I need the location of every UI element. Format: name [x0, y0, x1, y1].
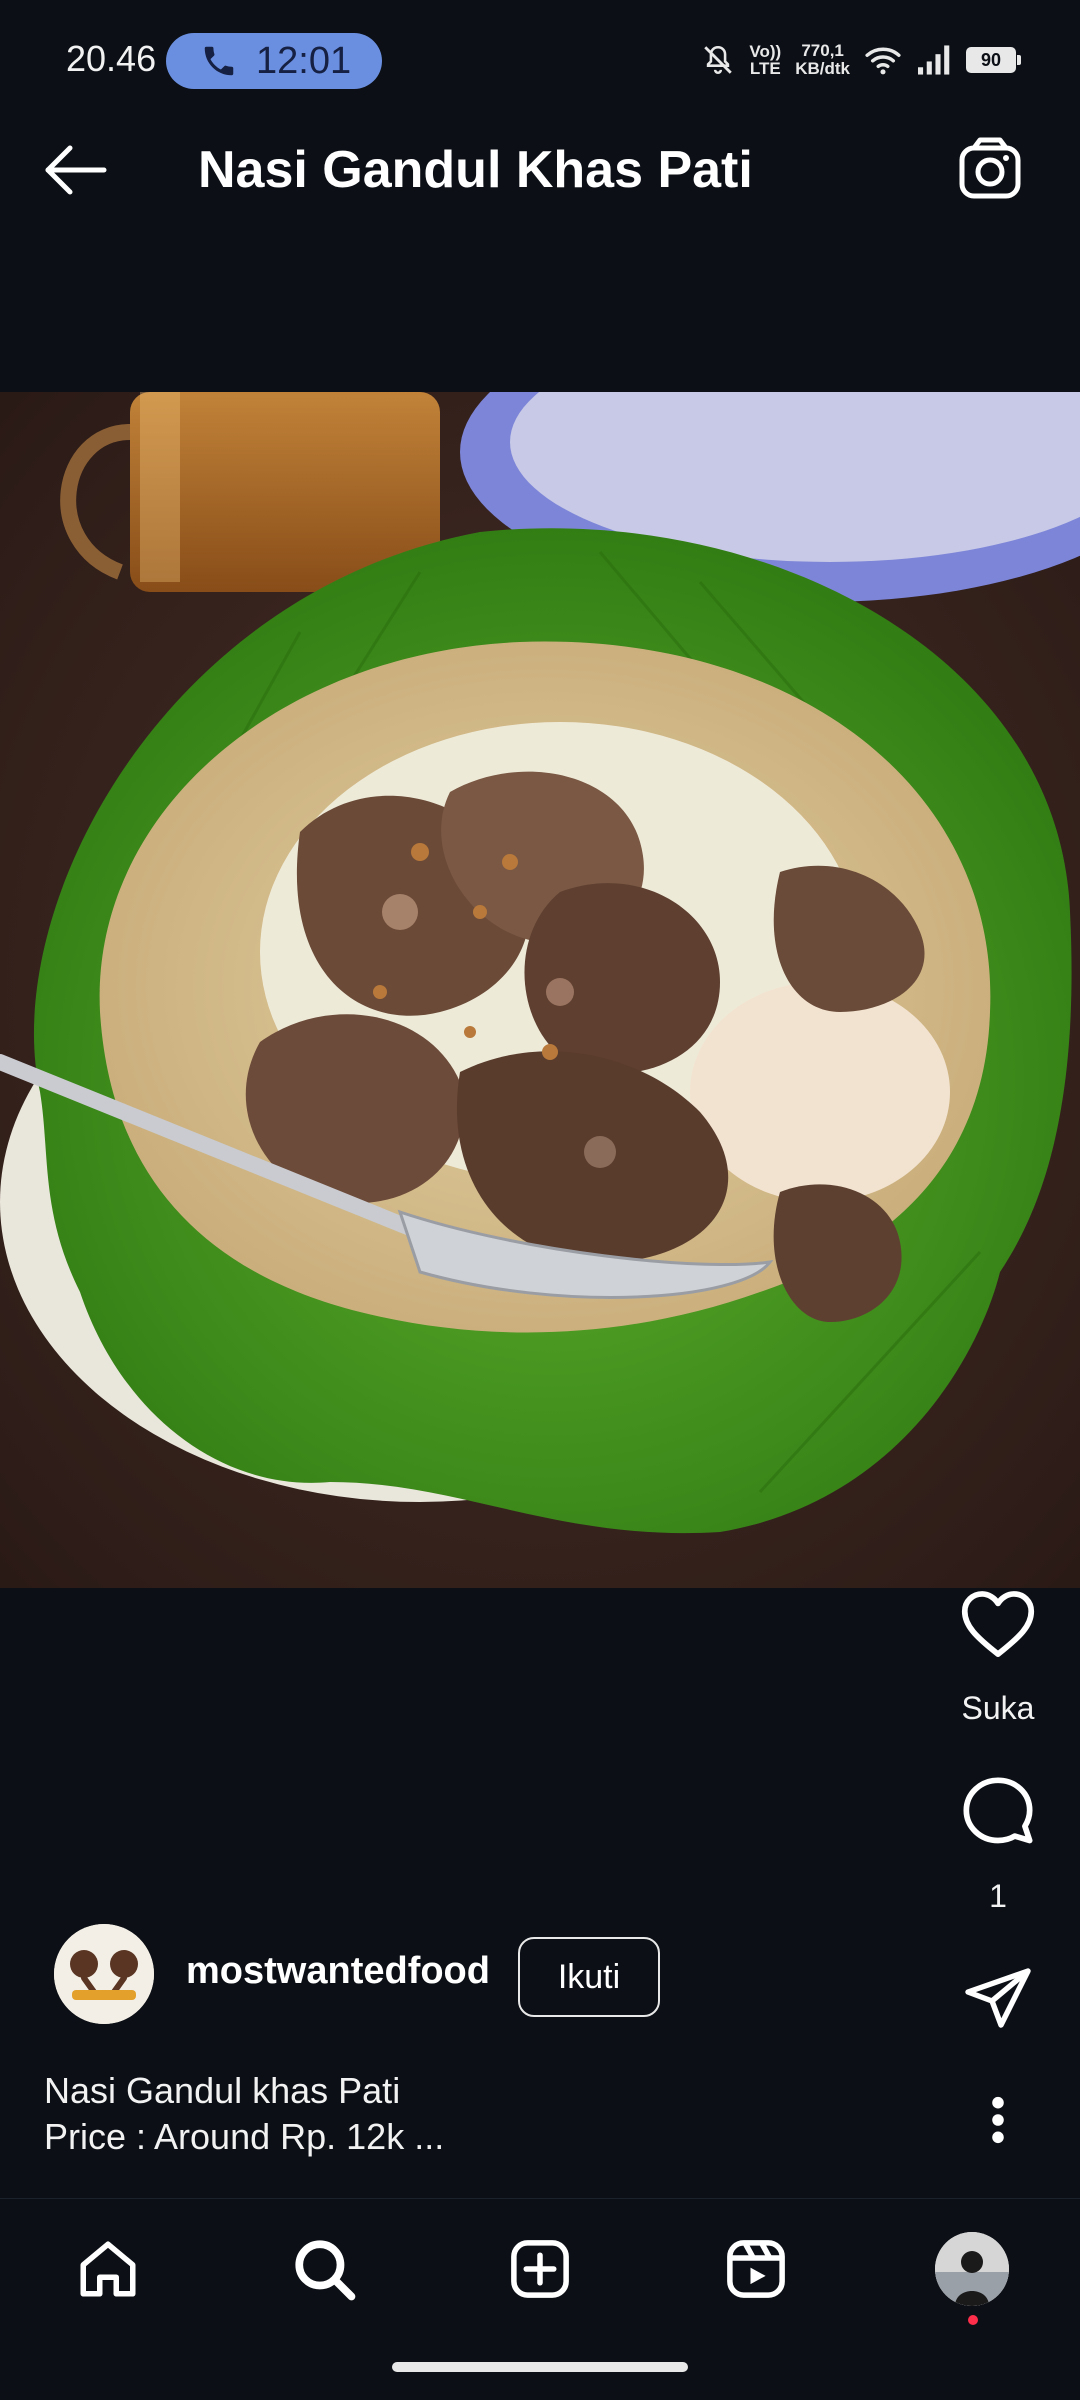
- wifi-icon: [865, 47, 901, 75]
- profile-photo: [935, 2232, 1009, 2306]
- network-lte-label: LTE: [749, 59, 781, 78]
- caption-line-1: Nasi Gandul khas Pati: [44, 2070, 401, 2111]
- comment-button[interactable]: [950, 1764, 1046, 1860]
- speed-unit: KB/dtk: [795, 59, 850, 78]
- follow-button[interactable]: Ikuti: [518, 1937, 660, 2017]
- search-icon: [295, 2240, 356, 2301]
- home-indicator[interactable]: [392, 2362, 688, 2372]
- create-icon: [511, 2240, 569, 2298]
- nav-profile[interactable]: [932, 2229, 1012, 2309]
- like-label: Suka: [961, 1690, 1035, 1726]
- post-photo[interactable]: [0, 392, 1080, 1588]
- phone-icon: [204, 46, 234, 76]
- share-button[interactable]: [950, 1950, 1046, 2046]
- app-header: Nasi Gandul Khas Pati: [0, 96, 1080, 246]
- network-type: Vo)) LTE: [749, 43, 781, 77]
- mute-bell-icon: [704, 45, 733, 74]
- speed-value: 770,1: [801, 41, 844, 60]
- like-button[interactable]: [950, 1576, 1046, 1672]
- battery-icon: 90: [966, 47, 1021, 73]
- author-logo: [54, 1924, 154, 2024]
- comment-count: 1: [989, 1878, 1007, 1914]
- share-icon: [965, 1968, 1031, 2028]
- nav-home[interactable]: [68, 2229, 148, 2309]
- more-options-button[interactable]: [950, 2072, 1046, 2168]
- heart-icon: [961, 1591, 1035, 1657]
- post-caption[interactable]: Nasi Gandul khas Pati Price : Around Rp.…: [44, 2068, 444, 2160]
- camera-icon[interactable]: [956, 136, 1024, 204]
- arrow-left-icon[interactable]: [40, 138, 112, 202]
- author-avatar[interactable]: [54, 1924, 154, 2024]
- home-icon: [80, 2241, 136, 2297]
- status-time: 20.46: [66, 38, 157, 79]
- profile-notification-dot: [968, 2315, 978, 2325]
- network-volte-label: Vo)): [749, 42, 782, 61]
- nav-create[interactable]: [500, 2229, 580, 2309]
- call-timer: 12:01: [256, 39, 352, 82]
- reels-icon: [727, 2240, 785, 2298]
- page-title: Nasi Gandul Khas Pati: [198, 141, 753, 199]
- network-speed: 770,1 KB/dtk: [795, 42, 850, 78]
- signal-icon: [918, 45, 950, 75]
- nav-reels[interactable]: [716, 2229, 796, 2309]
- status-bar: 20.46 12:01 Vo)) LTE 770,1 KB/dtk 90: [0, 0, 1080, 96]
- comment-icon: [963, 1777, 1033, 1844]
- caption-line-2: Price : Around Rp. 12k ...: [44, 2116, 445, 2157]
- ongoing-call-pill[interactable]: 12:01: [166, 33, 382, 89]
- food-photo-illustration: [0, 392, 1080, 1588]
- nav-search[interactable]: [284, 2229, 364, 2309]
- more-icon: [992, 2096, 1004, 2144]
- profile-avatar: [935, 2232, 1009, 2306]
- status-icons: Vo)) LTE 770,1 KB/dtk 90: [701, 36, 1021, 84]
- author-username[interactable]: mostwantedfood: [186, 1950, 490, 1993]
